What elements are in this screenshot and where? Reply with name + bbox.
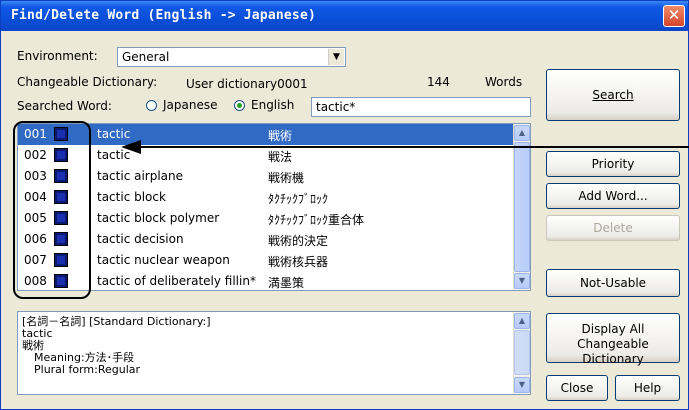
changeable-dictionary-value: User dictionary0001 [186,77,308,91]
search-button[interactable]: Search [546,69,680,121]
row-english: tactic nuclear weapon [97,253,230,267]
searched-word-label: Searched Word: [17,99,112,113]
row-english: tactic decision [97,232,184,246]
row-english: tactic block [97,190,166,204]
environment-value: General [122,50,170,64]
row-japanese: 戦術機 [268,171,305,185]
row-english: tactic block polymer [97,211,220,225]
add-word-button-label: Add Word... [578,189,648,203]
display-all-label-line1: Display All [581,322,645,336]
window-title: Find/Delete Word (English -> Japanese) [11,8,317,23]
row-japanese: 満墨策 [268,276,305,290]
radio-selected-dot [237,103,242,108]
radio-japanese[interactable] [146,100,157,111]
radio-japanese-label[interactable]: Japanese [163,98,218,112]
row-japanese: ﾀｸﾁｯｸﾌﾞﾛｯｸ重合体 [268,213,365,227]
title-bar[interactable]: Find/Delete Word (English -> Japanese) ✕ [1,1,688,31]
table-row[interactable]: 008 tactic of deliberately fillin* 満墨策 [18,271,514,290]
table-row[interactable]: 004 tactic block ﾀｸﾁｯｸﾌﾞﾛｯｸ [18,187,514,208]
table-row[interactable]: 003 tactic airplane 戦術機 [18,166,514,187]
close-button[interactable]: Close [546,375,608,401]
not-usable-button-label: Not-Usable [579,276,647,290]
environment-label: Environment: [17,49,98,63]
details-scroll-thumb[interactable] [514,330,530,375]
delete-button[interactable]: Delete [546,215,680,241]
close-button-label: Close [560,381,594,395]
environment-select[interactable]: General ▼ [117,47,346,67]
delete-button-label: Delete [593,221,633,235]
row-japanese: 戦術的決定 [268,234,329,248]
table-row[interactable]: 006 tactic decision 戦術的決定 [18,229,514,250]
details-scroll-down-icon[interactable]: ▼ [514,377,530,393]
not-usable-button[interactable]: Not-Usable [546,269,680,297]
row-japanese: 戦術核兵器 [268,255,329,269]
radio-english-label[interactable]: English [251,98,294,112]
details-plural: Plural form:Regular [34,363,141,376]
searched-word-input[interactable]: tactic* [311,97,531,117]
row-english: tactic of deliberately fillin* [97,274,256,288]
swatch-column-callout [13,121,91,299]
radio-english[interactable] [234,100,245,111]
search-button-label: Search [592,88,634,102]
help-button[interactable]: Help [615,375,680,401]
details-scrollbar[interactable]: ▲ ▼ [513,312,530,394]
priority-button-label: Priority [591,157,635,171]
details-scroll-up-icon[interactable]: ▲ [514,313,530,329]
changeable-dictionary-label: Changeable Dictionary: [17,75,158,89]
table-row[interactable]: 007 tactic nuclear weapon 戦術核兵器 [18,250,514,271]
chevron-down-icon[interactable]: ▼ [328,49,344,65]
close-window-icon[interactable]: ✕ [663,5,685,27]
add-word-button[interactable]: Add Word... [546,183,680,209]
callout-arrow-icon [121,140,689,154]
word-count: 144 [427,75,450,89]
word-details-pane: [名詞－名詞] [Standard Dictionary:] tactic 戦術… [17,311,531,395]
table-row[interactable]: 005 tactic block polymer ﾀｸﾁｯｸﾌﾞﾛｯｸ重合体 [18,208,514,229]
row-japanese: ﾀｸﾁｯｸﾌﾞﾛｯｸ [268,192,329,206]
row-english: tactic airplane [97,169,184,183]
display-all-label-line2: Changeable Dictionary [577,337,649,366]
scroll-down-icon[interactable]: ▼ [514,273,530,289]
help-button-label: Help [633,381,662,395]
display-all-changeable-dictionary-button[interactable]: Display All Changeable Dictionary [546,313,680,366]
scroll-thumb[interactable] [514,142,530,272]
find-delete-word-dialog: Find/Delete Word (English -> Japanese) ✕… [0,0,689,410]
word-count-unit: Words [485,75,523,89]
